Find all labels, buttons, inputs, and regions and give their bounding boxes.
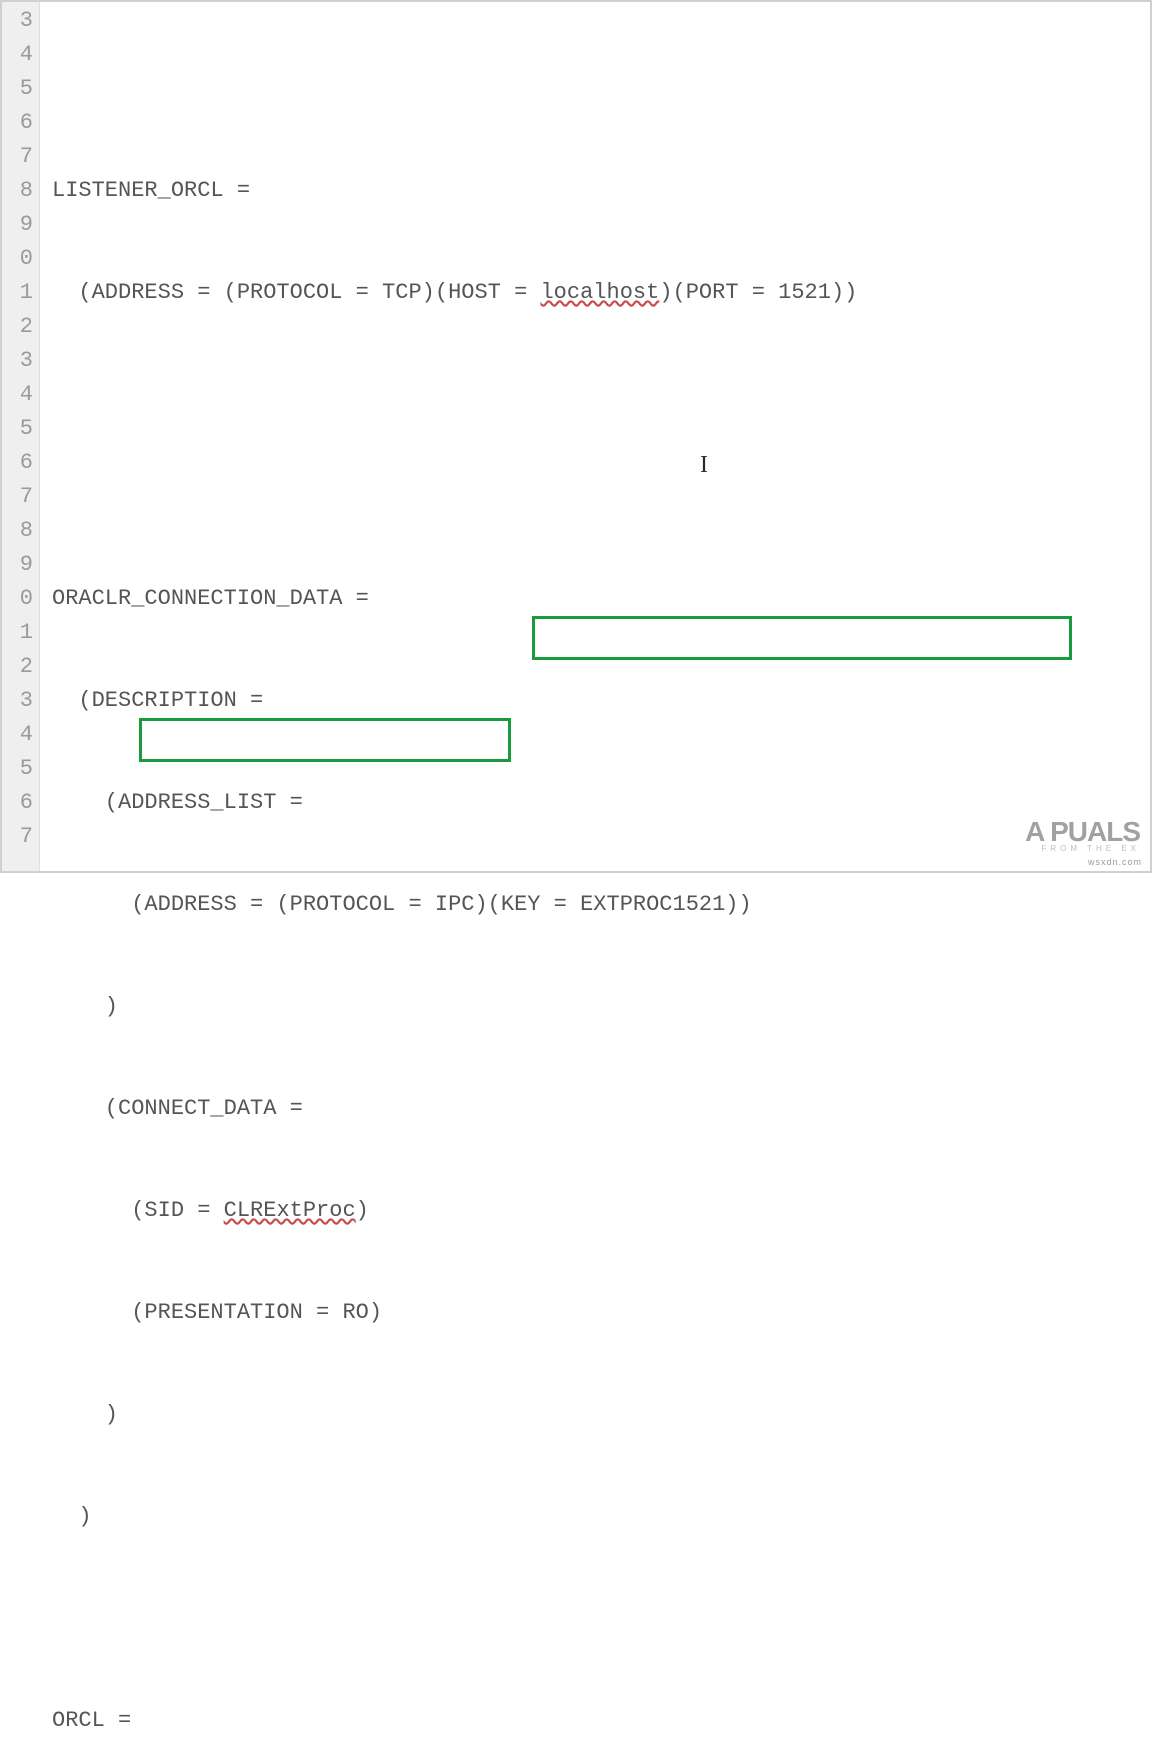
line-number: 6: [2, 446, 33, 480]
line-number: 3: [2, 344, 33, 378]
code-line[interactable]: (ADDRESS_LIST =: [52, 786, 1150, 820]
code-line[interactable]: ORACLR_CONNECTION_DATA =: [52, 582, 1150, 616]
line-number: 9: [2, 208, 33, 242]
line-number: 3: [2, 684, 33, 718]
code-line[interactable]: (CONNECT_DATA =: [52, 1092, 1150, 1126]
code-line[interactable]: [52, 72, 1150, 106]
code-line[interactable]: ORCL =: [52, 1704, 1150, 1738]
line-number: 7: [2, 140, 33, 174]
line-number: 7: [2, 480, 33, 514]
watermark-text: wsxdn.com: [1088, 857, 1142, 867]
highlight-service-name: [139, 718, 511, 762]
line-number: 6: [2, 106, 33, 140]
code-line[interactable]: (PRESENTATION = RO): [52, 1296, 1150, 1330]
code-line[interactable]: LISTENER_ORCL =: [52, 174, 1150, 208]
code-line[interactable]: [52, 480, 1150, 514]
code-line[interactable]: ): [52, 990, 1150, 1024]
line-number: 5: [2, 412, 33, 446]
line-number: 6: [2, 786, 33, 820]
line-number: 2: [2, 650, 33, 684]
line-number: 5: [2, 72, 33, 106]
line-number: 7: [2, 820, 33, 854]
code-line[interactable]: (ADDRESS = (PROTOCOL = TCP)(HOST = local…: [52, 276, 1150, 310]
line-number: 4: [2, 718, 33, 752]
line-number: 4: [2, 378, 33, 412]
line-number: 0: [2, 242, 33, 276]
line-number: 3: [2, 4, 33, 38]
line-number: 9: [2, 548, 33, 582]
code-line[interactable]: (DESCRIPTION =: [52, 684, 1150, 718]
line-number: 1: [2, 276, 33, 310]
line-number-gutter: 3 4 5 6 7 8 9 0 1 2 3 4 5 6 7 8 9 0 1 2 …: [2, 2, 40, 871]
line-number: 5: [2, 752, 33, 786]
line-number: 4: [2, 38, 33, 72]
code-editor: 3 4 5 6 7 8 9 0 1 2 3 4 5 6 7 8 9 0 1 2 …: [2, 2, 1150, 871]
highlight-host-port: [532, 616, 1072, 660]
text-cursor-icon: I: [700, 448, 708, 482]
code-line[interactable]: (ADDRESS = (PROTOCOL = IPC)(KEY = EXTPRO…: [52, 888, 1150, 922]
line-number: 8: [2, 174, 33, 208]
spellcheck-underline: localhost: [540, 280, 659, 305]
line-number: 1: [2, 616, 33, 650]
code-area[interactable]: LISTENER_ORCL = (ADDRESS = (PROTOCOL = T…: [40, 2, 1150, 871]
appuals-logo: A PUALS FROM THE EX: [1025, 816, 1140, 853]
code-line[interactable]: [52, 1602, 1150, 1636]
line-number: 8: [2, 514, 33, 548]
code-line[interactable]: (SID = CLRExtProc): [52, 1194, 1150, 1228]
spellcheck-underline: CLRExtProc: [224, 1198, 356, 1223]
code-line[interactable]: ): [52, 1398, 1150, 1432]
line-number: 2: [2, 310, 33, 344]
code-line[interactable]: [52, 378, 1150, 412]
code-line[interactable]: ): [52, 1500, 1150, 1534]
line-number: 0: [2, 582, 33, 616]
